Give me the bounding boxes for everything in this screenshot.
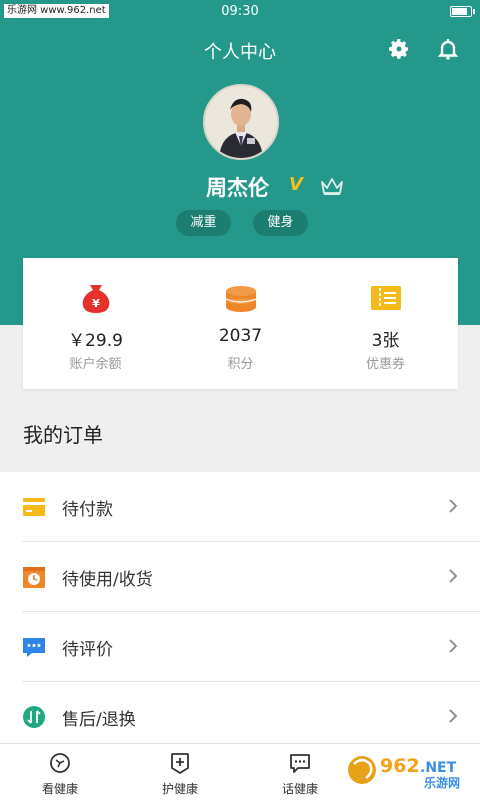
order-list: 待付款 待使用/收货 待评价 售后/退换 bbox=[0, 472, 480, 743]
tag-fitness[interactable]: 健身 bbox=[253, 210, 308, 236]
battery-icon bbox=[450, 6, 475, 17]
tab-label: 话健康 bbox=[281, 782, 318, 796]
coupons-value: 3张 bbox=[371, 331, 400, 351]
stats-card: ¥ ￥29.9 账户余额 2037 积分 3张 优惠券 bbox=[23, 258, 458, 389]
status-bar: 乐游网 www.962.net 09:30 bbox=[0, 0, 480, 24]
svg-text:¥: ¥ bbox=[92, 297, 100, 310]
ticket-icon bbox=[371, 286, 401, 310]
refresh-health-icon bbox=[50, 753, 70, 773]
svg-text:962: 962 bbox=[380, 755, 420, 777]
order-item-pending-review[interactable]: 待评价 bbox=[0, 612, 480, 682]
order-item-label: 售后/退换 bbox=[62, 710, 136, 730]
svg-text:.NET: .NET bbox=[420, 760, 457, 776]
coins-icon bbox=[225, 286, 257, 312]
avatar[interactable] bbox=[203, 84, 279, 160]
crown-icon bbox=[321, 178, 343, 195]
status-time: 09:30 bbox=[221, 4, 259, 19]
stat-points[interactable]: 2037 积分 bbox=[168, 258, 313, 389]
order-item-after-sales[interactable]: 售后/退换 bbox=[0, 682, 480, 752]
gear-icon[interactable] bbox=[387, 37, 411, 61]
points-label: 积分 bbox=[227, 357, 254, 372]
stat-balance[interactable]: ¥ ￥29.9 账户余额 bbox=[23, 258, 168, 389]
order-item-pending-use[interactable]: 待使用/收货 bbox=[0, 542, 480, 612]
orders-title: 我的订单 bbox=[23, 423, 103, 447]
tab-talk-health[interactable]: 话健康 bbox=[240, 744, 360, 800]
tag-weight-loss[interactable]: 减重 bbox=[176, 210, 231, 236]
order-item-label: 待付款 bbox=[62, 500, 113, 520]
order-item-label: 待评价 bbox=[62, 640, 113, 660]
tab-label: 护健康 bbox=[161, 782, 198, 796]
chevron-right-icon bbox=[449, 709, 458, 723]
username: 周杰伦 bbox=[206, 176, 269, 200]
coupons-label: 优惠券 bbox=[365, 357, 405, 372]
avatar-image bbox=[205, 86, 277, 158]
medical-plus-icon bbox=[171, 753, 189, 774]
stat-coupons[interactable]: 3张 优惠券 bbox=[313, 258, 458, 389]
bell-icon[interactable] bbox=[436, 37, 460, 61]
balance-label: 账户余额 bbox=[69, 357, 122, 372]
exchange-icon bbox=[23, 706, 45, 728]
balance-value: ￥29.9 bbox=[68, 331, 123, 351]
comment-icon bbox=[23, 638, 45, 657]
bottom-tab-bar: 看健康 护健康 话健康 962 .NET 乐游网 bbox=[0, 743, 480, 800]
vip-badge: V bbox=[289, 174, 303, 195]
tab-label: 看健康 bbox=[41, 782, 78, 796]
svg-text:乐游网: 乐游网 bbox=[424, 775, 460, 790]
order-item-pending-payment[interactable]: 待付款 bbox=[0, 472, 480, 542]
chat-bubble-icon bbox=[290, 754, 310, 773]
clock-box-icon bbox=[23, 567, 45, 588]
watermark-logo: 962 .NET 乐游网 bbox=[348, 755, 460, 790]
orders-section-header: 我的订单 bbox=[0, 405, 480, 471]
money-bag-icon: ¥ bbox=[82, 285, 110, 313]
card-icon bbox=[23, 498, 45, 516]
chevron-right-icon bbox=[449, 569, 458, 583]
chevron-right-icon bbox=[449, 499, 458, 513]
chevron-right-icon bbox=[449, 639, 458, 653]
points-value: 2037 bbox=[218, 326, 263, 346]
order-item-label: 待使用/收货 bbox=[62, 570, 153, 590]
tab-protect-health[interactable]: 护健康 bbox=[120, 744, 240, 800]
tab-view-health[interactable]: 看健康 bbox=[0, 744, 120, 800]
